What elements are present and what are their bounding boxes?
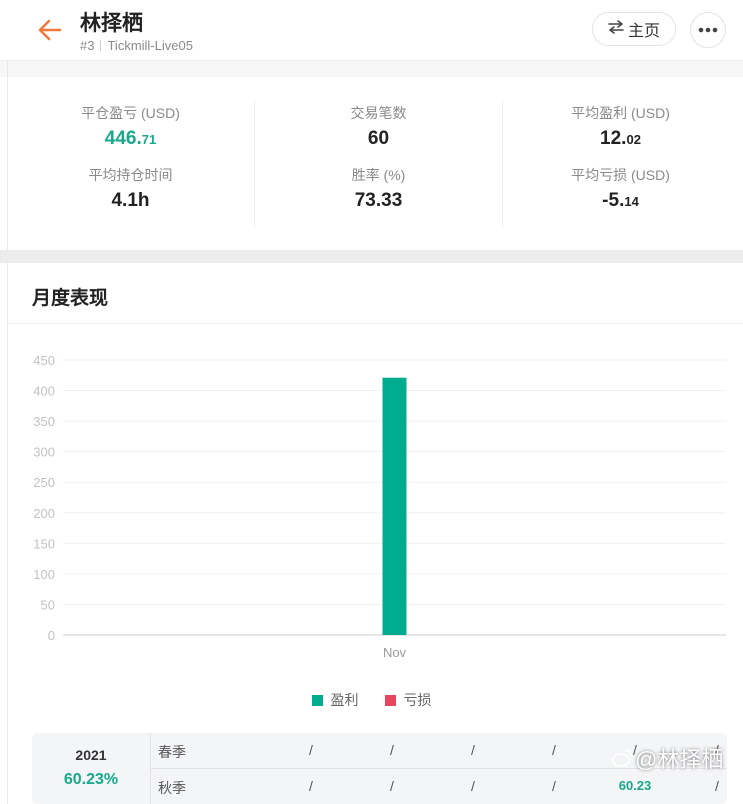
stat-label: 胜率 (%) [351, 167, 406, 183]
y-tick-label: 0 [48, 628, 55, 643]
y-tick-label: 100 [33, 567, 55, 582]
season-cell: / [390, 742, 394, 758]
legend-item[interactable]: 盈利 [311, 690, 359, 710]
stats-column-1: 平仓盈亏 (USD) 446.71 平均持仓时间 4.1h [8, 78, 253, 214]
season-cell: / [390, 778, 394, 794]
stat-closed-pnl: 平仓盈亏 (USD) 446.71 [8, 104, 253, 152]
season-cell: / [552, 742, 556, 758]
divider [100, 40, 102, 51]
legend-label: 亏损 [403, 692, 432, 708]
legend-item[interactable]: 亏损 [384, 690, 432, 710]
monthly-bar-chart: 0 50 100 150 200 250 300 350 400 450 Nov [33, 353, 726, 660]
legend-swatch [384, 694, 396, 706]
more-options-button[interactable] [690, 12, 726, 48]
y-tick-label: 400 [33, 384, 55, 399]
app-header: 林择栖 #3 Tickmill-Live05 主页 [0, 0, 743, 61]
home-button[interactable]: 主页 [592, 12, 676, 46]
weibo-logo-icon [611, 749, 632, 767]
stat-value: 446.71 [8, 126, 253, 152]
season-cell: / [471, 778, 475, 794]
rank-label: #3 [80, 38, 95, 53]
y-tick-label: 450 [33, 353, 55, 368]
season-cell: / [471, 742, 475, 758]
y-tick-label: 300 [33, 445, 55, 460]
season-cell: / [552, 778, 556, 794]
stat-label: 交易笔数 [350, 105, 407, 121]
stat-value: 60 [256, 126, 501, 152]
y-tick-label: 250 [33, 475, 55, 490]
stat-dec: 14 [624, 194, 639, 209]
stat-int: 60 [367, 128, 390, 149]
season-year: 2021 [75, 747, 107, 763]
stats-column-3: 平均盈利 (USD) 12.02 平均亏损 (USD) -5.14 [498, 78, 743, 214]
season-row-label: 秋季 [158, 780, 186, 796]
stat-value: 12.02 [498, 126, 743, 152]
swap-icon [608, 19, 624, 39]
back-arrow-icon[interactable] [36, 16, 64, 44]
home-button-label: 主页 [627, 23, 660, 40]
stat-int: 4.1h [111, 190, 150, 211]
season-cell: 60.23 [618, 778, 652, 793]
account-label: Tickmill-Live05 [107, 38, 193, 53]
season-cell: / [309, 742, 313, 758]
stat-value: -5.14 [498, 188, 743, 214]
stat-int: 73.33 [354, 190, 403, 211]
x-tick-label: Nov [383, 645, 407, 660]
section-divider [8, 323, 743, 324]
stat-dec: 71 [141, 132, 157, 147]
stat-win-rate: 胜率 (%) 73.33 [256, 166, 501, 214]
account-info: #3 Tickmill-Live05 [80, 38, 193, 53]
y-tick-label: 50 [41, 597, 55, 612]
stat-int: -5. [602, 190, 625, 211]
season-row-label: 春季 [158, 744, 186, 760]
section-title: 月度表现 [32, 288, 109, 309]
stats-column-2: 交易笔数 60 胜率 (%) 73.33 [256, 78, 501, 214]
stat-label: 平均持仓时间 [88, 167, 173, 183]
legend-label: 盈利 [330, 692, 359, 708]
stat-dec: 02 [626, 132, 641, 147]
ellipsis-icon [698, 27, 718, 33]
stat-avg-loss: 平均亏损 (USD) -5.14 [498, 166, 743, 214]
column-divider [254, 100, 255, 228]
chart-legend: 盈利 亏损 [0, 690, 743, 710]
trader-name: 林择栖 [80, 12, 143, 35]
stat-label: 平均亏损 (USD) [571, 167, 670, 183]
stat-trade-count: 交易笔数 60 [256, 104, 501, 152]
stats-panel: 平仓盈亏 (USD) 446.71 平均持仓时间 4.1h 交易笔数 60 胜率… [8, 78, 743, 250]
season-year-cell: 2021 60.23% [32, 733, 150, 804]
watermark: @林择栖 [611, 742, 723, 774]
bar-profit [382, 377, 407, 635]
section-gap [0, 250, 743, 263]
watermark-text: @林择栖 [635, 747, 724, 772]
y-tick-label: 150 [33, 536, 55, 551]
stat-avg-hold: 平均持仓时间 4.1h [8, 166, 253, 214]
stat-avg-profit: 平均盈利 (USD) 12.02 [498, 104, 743, 152]
stat-value: 4.1h [8, 188, 253, 214]
y-tick-label: 350 [33, 414, 55, 429]
legend-swatch [311, 694, 323, 706]
stat-value: 73.33 [256, 188, 501, 214]
y-tick-label: 200 [33, 506, 55, 521]
season-cell: / [715, 778, 719, 794]
section-gap [0, 61, 743, 77]
season-row-autumn: 秋季 / / / / 60.23 / [158, 769, 727, 804]
stat-label: 平均盈利 (USD) [571, 105, 670, 121]
season-cell: / [309, 778, 313, 794]
stat-int: 446. [104, 128, 142, 149]
stat-int: 12. [600, 128, 627, 149]
stat-label: 平仓盈亏 (USD) [81, 105, 180, 121]
season-year-percent: 60.23% [63, 771, 119, 788]
